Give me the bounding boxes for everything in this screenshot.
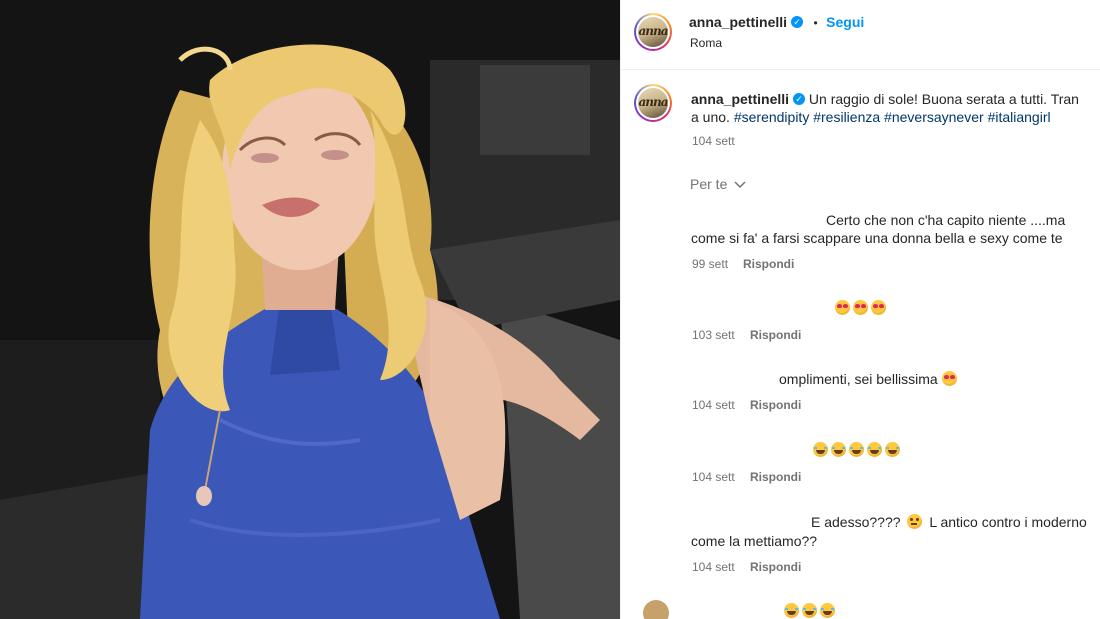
- verified-badge-icon: ✓: [793, 93, 806, 106]
- post-header: anna anna_pettinelli ✓ • Segui Roma: [621, 0, 1100, 70]
- post-image: [0, 0, 620, 619]
- thinking-emoji-icon: [907, 514, 923, 529]
- post-side-panel: anna anna_pettinelli ✓ • Segui Roma anna …: [620, 0, 1100, 619]
- heart-eyes-emoji-icon: [853, 300, 868, 315]
- caption-text: Un raggio di sole! Buona serata a tutti.…: [808, 91, 1079, 107]
- caption-text-line2: a uno.: [691, 109, 730, 125]
- dot-separator: •: [813, 16, 818, 30]
- heart-eyes-emoji-icon: [835, 300, 850, 315]
- comment-text: omplimenti, sei bellissima: [779, 371, 938, 387]
- comment-timestamp[interactable]: 104 sett: [692, 470, 735, 484]
- tears-of-joy-emoji-icon: [813, 442, 828, 457]
- post-photo[interactable]: [0, 0, 620, 619]
- hashtag-link[interactable]: #serendipity: [734, 109, 810, 125]
- follow-button[interactable]: Segui: [826, 14, 864, 30]
- tears-of-joy-emoji-icon: [802, 603, 817, 618]
- comment-timestamp[interactable]: 104 sett: [692, 398, 735, 412]
- reply-button[interactable]: Rispondi: [750, 328, 801, 342]
- comment-timestamp[interactable]: 99 sett: [692, 257, 728, 271]
- reply-button[interactable]: Rispondi: [750, 470, 801, 484]
- comment-timestamp[interactable]: 103 sett: [692, 328, 735, 342]
- comment-text-line2: come la mettiamo??: [691, 533, 818, 549]
- verified-badge-icon: ✓: [791, 15, 804, 28]
- reply-button[interactable]: Rispondi: [750, 398, 801, 412]
- comment-timestamp[interactable]: 104 sett: [692, 560, 735, 574]
- tears-of-joy-emoji-icon: [867, 442, 882, 457]
- comment-emojis: [835, 300, 889, 318]
- sort-label: Per te: [690, 176, 728, 192]
- next-comment-avatar[interactable]: [643, 600, 669, 619]
- author-username[interactable]: anna_pettinelli: [689, 14, 787, 30]
- tears-of-joy-emoji-icon: [849, 442, 864, 457]
- tears-of-joy-emoji-icon: [820, 603, 835, 618]
- tears-of-joy-emoji-icon: [831, 442, 846, 457]
- comment-emojis: [813, 442, 903, 460]
- comment-text-line2: come si fa' a farsi scappare una donna b…: [691, 230, 1063, 246]
- comment-text: E adesso????: [811, 514, 901, 530]
- hashtag-link[interactable]: #resilienza: [813, 109, 880, 125]
- caption-timestamp[interactable]: 104 sett: [692, 134, 735, 148]
- comment-text-part2: L antico contro i moderno: [929, 514, 1087, 530]
- heart-eyes-emoji-icon: [871, 300, 886, 315]
- tears-of-joy-emoji-icon: [885, 442, 900, 457]
- tears-of-joy-emoji-icon: [784, 603, 799, 618]
- caption-avatar[interactable]: anna: [634, 84, 672, 122]
- hashtag-link[interactable]: #neversaynever: [884, 109, 984, 125]
- location-label[interactable]: Roma: [690, 36, 722, 50]
- hashtag-link[interactable]: #italiangirl: [988, 109, 1051, 125]
- sort-dropdown[interactable]: Per te: [690, 176, 746, 192]
- next-comment-emojis: [784, 603, 838, 619]
- avatar[interactable]: anna: [634, 13, 672, 51]
- chevron-down-icon: [734, 181, 746, 189]
- reply-button[interactable]: Rispondi: [750, 560, 801, 574]
- reply-button[interactable]: Rispondi: [743, 257, 794, 271]
- caption-username[interactable]: anna_pettinelli: [691, 91, 789, 107]
- heart-eyes-emoji-icon: [941, 371, 957, 386]
